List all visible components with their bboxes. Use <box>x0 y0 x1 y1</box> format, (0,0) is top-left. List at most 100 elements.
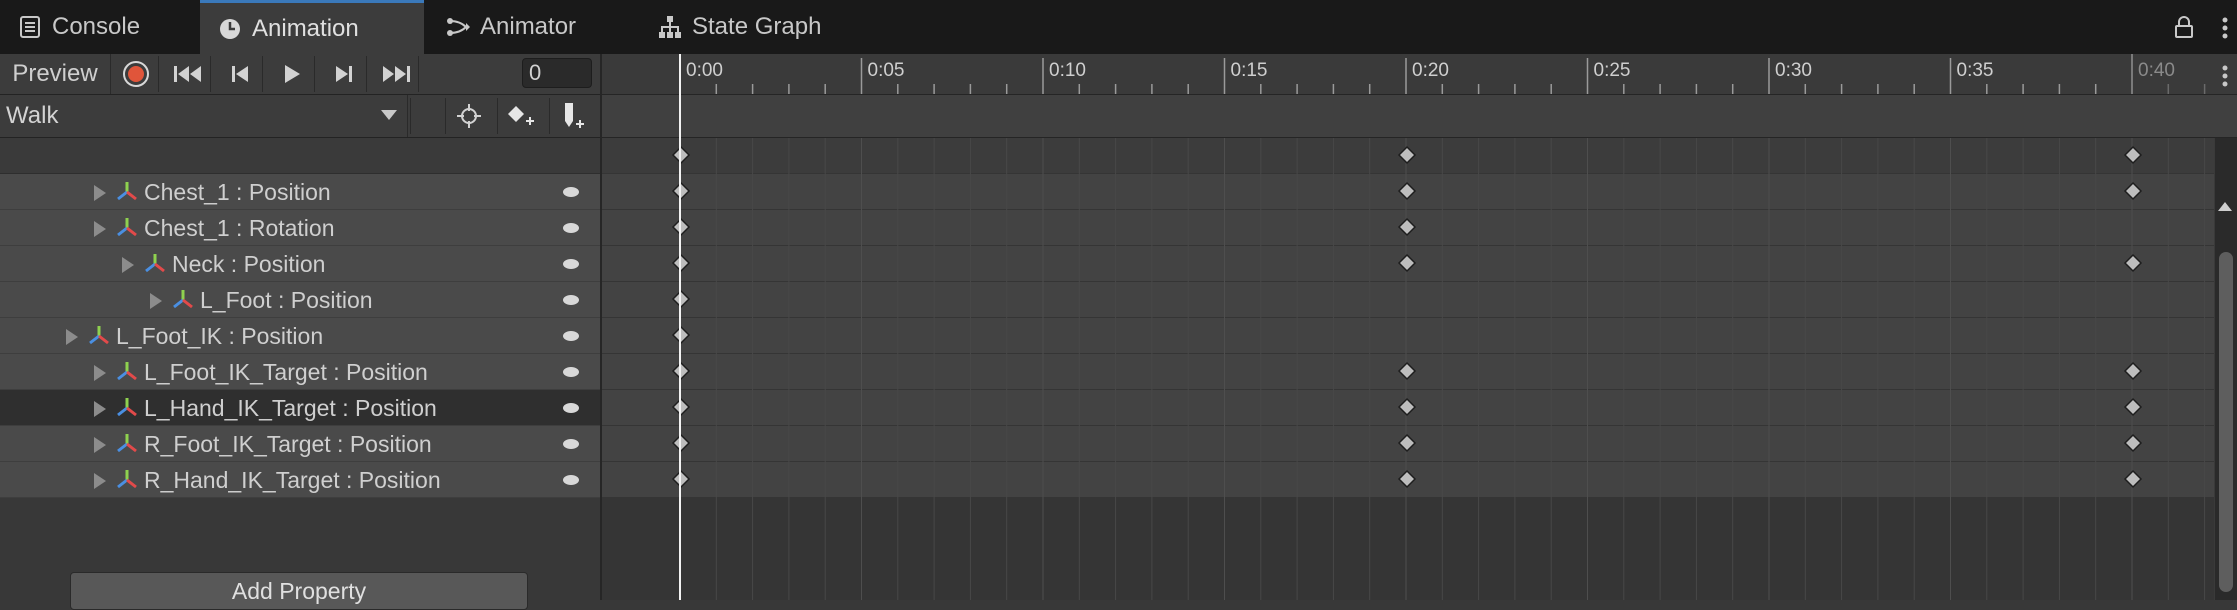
property-label: Neck : Position <box>172 251 326 277</box>
add-event-icon <box>565 103 584 128</box>
tab-label: State Graph <box>692 13 822 40</box>
crosshair-icon <box>457 104 481 128</box>
add-keyframe-button[interactable] <box>497 98 544 134</box>
lock-icon[interactable] <box>2173 16 2195 38</box>
transform-axis-icon <box>116 360 138 382</box>
expand-arrow-icon[interactable] <box>94 401 106 417</box>
last-key-button[interactable] <box>374 56 419 92</box>
property-row[interactable]: R_Hand_IK_Target : Position <box>0 462 600 498</box>
tracks-canvas <box>602 138 2214 600</box>
property-track[interactable] <box>602 318 2214 353</box>
transform-axis-icon <box>116 432 138 454</box>
animation-hierarchy-panel: Preview 0 Walk Chest_1: Position Chest_… <box>0 54 600 610</box>
keyframe-tracks[interactable] <box>602 138 2214 600</box>
first-key-button[interactable] <box>166 56 211 92</box>
animation-clock-icon <box>218 17 242 41</box>
add-property-button[interactable]: Add Property <box>70 572 528 610</box>
property-list: Chest_1 : Position Chest_1 : Rotation Neck… <box>0 174 600 498</box>
record-button[interactable] <box>114 56 159 92</box>
scrollbar-thumb[interactable] <box>2219 252 2233 592</box>
tab-label: Animation <box>252 14 359 42</box>
property-label: R_Foot_IK_Target : Position <box>144 431 432 457</box>
tab-animation[interactable]: Animation <box>200 0 424 54</box>
expand-arrow-icon[interactable] <box>94 365 106 381</box>
tab-animator[interactable]: Animator <box>428 0 628 54</box>
property-row[interactable]: L_Foot_IK : Position <box>0 318 600 354</box>
expand-arrow-icon[interactable] <box>122 257 134 273</box>
keyframe-toggle-dot[interactable] <box>563 223 579 233</box>
tab-label: Console <box>52 13 141 40</box>
keyframe-toggle-dot[interactable] <box>563 475 579 485</box>
ruler-label: 0:30 <box>1775 60 1812 81</box>
preview-button[interactable]: Preview <box>0 54 111 94</box>
window-tab-bar: Console Animation Animator State Graph <box>0 0 2237 55</box>
ruler-label: 0:05 <box>867 60 905 81</box>
transform-axis-icon <box>116 468 138 490</box>
property-row[interactable]: L_Foot_IK_Target : Position <box>0 354 600 390</box>
property-row[interactable]: L_Hand_IK_Target : Position <box>0 390 600 426</box>
ruler-label: 0:10 <box>1049 60 1086 81</box>
chevron-down-icon <box>381 110 397 120</box>
expand-arrow-icon[interactable] <box>94 437 106 453</box>
property-label: L_Foot_IK : Position <box>116 323 324 349</box>
transform-axis-icon <box>144 252 166 274</box>
expand-arrow-icon[interactable] <box>94 221 106 237</box>
event-row[interactable] <box>602 95 2237 138</box>
clip-dropdown[interactable]: Walk <box>0 95 408 137</box>
timeline-options-icon[interactable] <box>2221 64 2229 88</box>
transform-axis-icon <box>116 180 138 202</box>
expand-arrow-icon[interactable] <box>94 473 106 489</box>
keyframe-toggle-dot[interactable] <box>563 295 579 305</box>
play-button[interactable] <box>270 56 315 92</box>
frame-number-field[interactable]: 0 <box>522 58 592 88</box>
transform-axis-icon <box>172 288 194 310</box>
property-row[interactable]: Chest_1 : Rotation <box>0 210 600 246</box>
expand-arrow-icon[interactable] <box>150 293 162 309</box>
property-label: Chest_1 : Rotation <box>144 215 335 241</box>
property-row[interactable]: L_Foot : Position <box>0 282 600 318</box>
skip-to-end-icon <box>383 66 410 82</box>
ruler-label: 0:15 <box>1230 60 1268 81</box>
ruler-label: 0:00 <box>686 60 723 81</box>
property-row[interactable]: Chest_1 : Position <box>0 174 600 210</box>
play-icon <box>285 65 300 83</box>
more-options-icon[interactable] <box>2221 16 2229 40</box>
keyframe-toggle-dot[interactable] <box>563 187 579 197</box>
expand-arrow-icon[interactable] <box>94 185 106 201</box>
keyframe-toggle-dot[interactable] <box>563 331 579 341</box>
tab-state-graph[interactable]: State Graph <box>640 0 890 54</box>
add-keyframe-icon <box>508 106 534 125</box>
ruler-label: 0:35 <box>1956 60 1994 81</box>
expand-arrow-icon[interactable] <box>66 329 78 345</box>
skip-to-start-icon <box>174 66 201 82</box>
animator-icon <box>446 15 470 39</box>
keyframe-toggle-dot[interactable] <box>563 367 579 377</box>
tab-console[interactable]: Console <box>0 0 196 54</box>
transform-axis-icon <box>116 216 138 238</box>
ruler-label: 0:40 <box>2138 60 2175 81</box>
keyframe-mode-button[interactable] <box>445 98 492 134</box>
record-icon <box>123 61 149 87</box>
keyframe-toggle-dot[interactable] <box>563 439 579 449</box>
keyframe-toggle-dot[interactable] <box>563 403 579 413</box>
dopesheet-timeline[interactable]: 0:00 0:05 0:10 0:15 0:20 0:25 0:30 0:35 0:40 <box>602 54 2237 600</box>
add-event-button[interactable] <box>549 98 596 134</box>
clip-name: Walk <box>6 102 59 129</box>
time-ruler[interactable]: 0:00 0:05 0:10 0:15 0:20 0:25 0:30 0:35 0:40 <box>602 54 2237 95</box>
ruler-label: 0:20 <box>1412 60 1449 81</box>
keyframe-toggle-dot[interactable] <box>563 259 579 269</box>
property-row[interactable]: R_Foot_IK_Target : Position <box>0 426 600 462</box>
tab-label: Animator <box>480 13 577 40</box>
ruler-label: 0:25 <box>1593 60 1631 81</box>
clip-toolbar: Walk <box>0 95 600 138</box>
next-key-button[interactable] <box>322 56 367 92</box>
transform-axis-icon <box>116 396 138 418</box>
property-track[interactable] <box>602 282 2214 317</box>
scroll-up-arrow-icon[interactable] <box>2218 202 2232 211</box>
state-graph-icon <box>658 15 682 39</box>
property-label: Chest_1 : Position <box>144 179 331 205</box>
property-label: L_Foot : Position <box>200 287 373 313</box>
previous-key-button[interactable] <box>218 56 263 92</box>
property-row[interactable]: Neck : Position <box>0 246 600 282</box>
transform-axis-icon <box>88 324 110 346</box>
